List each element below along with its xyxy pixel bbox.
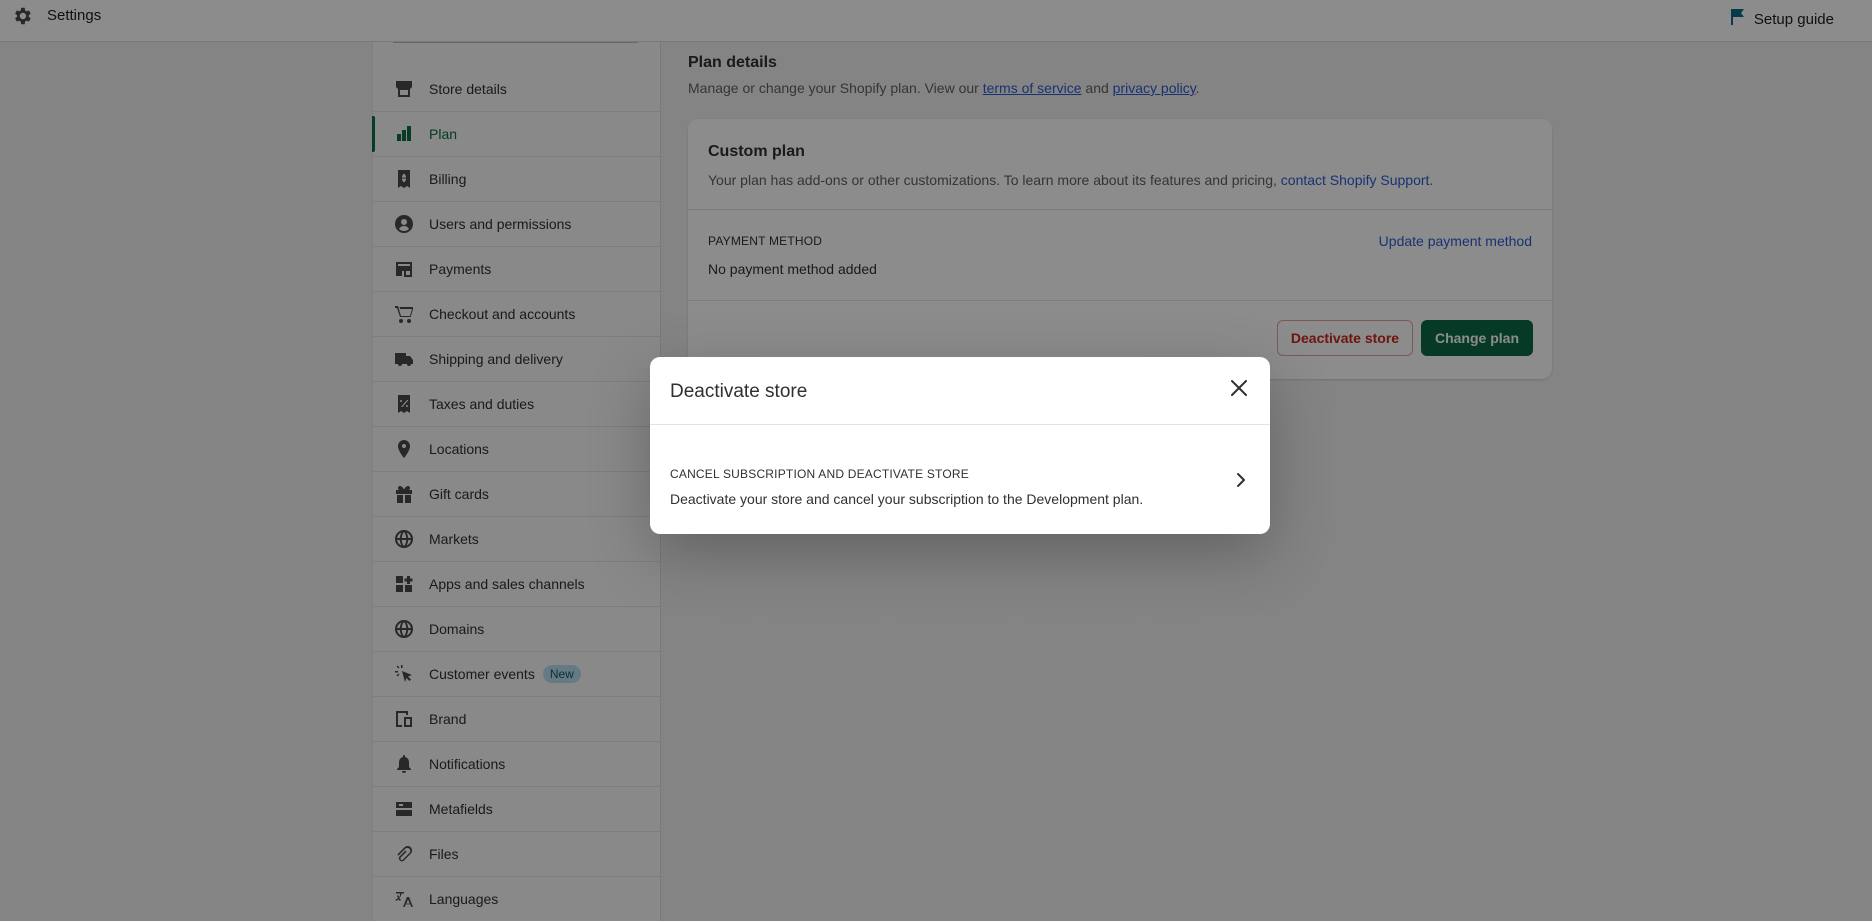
option-title: CANCEL SUBSCRIPTION AND DEACTIVATE STORE <box>670 467 969 481</box>
cancel-subscription-option[interactable]: CANCEL SUBSCRIPTION AND DEACTIVATE STORE… <box>650 425 1270 534</box>
close-button[interactable] <box>1226 377 1252 403</box>
chevron-right-icon <box>1234 471 1248 489</box>
close-icon <box>1229 378 1249 403</box>
modal-title: Deactivate store <box>670 381 808 402</box>
deactivate-store-modal: Deactivate store CANCEL SUBSCRIPTION AND… <box>650 357 1270 534</box>
option-description: Deactivate your store and cancel your su… <box>670 491 1144 507</box>
